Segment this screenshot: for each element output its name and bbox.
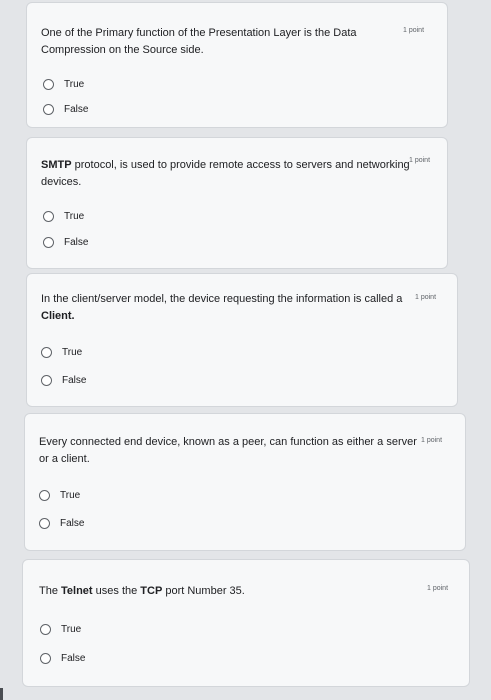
question-3-text: In the client/server model, the device r… bbox=[41, 293, 403, 322]
question-card-5: The Telnet uses the TCP port Number 35. … bbox=[22, 559, 470, 687]
question-1-option-false[interactable]: False bbox=[43, 102, 88, 116]
question-1-option-true[interactable]: True bbox=[43, 77, 84, 91]
radio-button-icon[interactable] bbox=[39, 517, 50, 529]
question-card-3: In the client/server model, the device r… bbox=[26, 273, 458, 407]
radio-button-icon[interactable] bbox=[43, 78, 54, 90]
radio-button-icon[interactable] bbox=[40, 652, 51, 664]
question-card-1: One of the Primary function of the Prese… bbox=[26, 2, 448, 128]
question-4-option-true[interactable]: True bbox=[39, 488, 80, 502]
question-3-option-false[interactable]: False bbox=[41, 373, 86, 387]
question-5-points: 1 point bbox=[427, 585, 449, 592]
radio-button-icon[interactable] bbox=[39, 489, 50, 501]
question-2-option-true[interactable]: True bbox=[43, 209, 84, 223]
radio-button-icon[interactable] bbox=[43, 236, 54, 248]
radio-button-icon[interactable] bbox=[40, 623, 51, 635]
window-edge-marker bbox=[0, 688, 3, 700]
question-1-text: One of the Primary function of the Prese… bbox=[41, 27, 357, 56]
question-2-option-false[interactable]: False bbox=[43, 235, 88, 249]
question-5-text: The Telnet uses the TCP port Number 35. bbox=[39, 585, 245, 597]
question-4-text: Every connected end device, known as a p… bbox=[39, 436, 417, 465]
question-2-text: SMTP protocol, is used to provide remote… bbox=[41, 159, 410, 188]
question-5-option-true[interactable]: True bbox=[40, 622, 81, 636]
question-3-option-true[interactable]: True bbox=[41, 345, 82, 359]
question-2-points: 1 point bbox=[409, 157, 431, 164]
question-card-4: Every connected end device, known as a p… bbox=[24, 413, 466, 551]
question-4-points: 1 point bbox=[421, 437, 443, 444]
question-4-option-false[interactable]: False bbox=[39, 516, 84, 530]
question-5-option-false[interactable]: False bbox=[40, 651, 85, 665]
radio-button-icon[interactable] bbox=[41, 374, 52, 386]
radio-button-icon[interactable] bbox=[43, 210, 54, 222]
question-3-points: 1 point bbox=[415, 294, 437, 301]
radio-button-icon[interactable] bbox=[41, 346, 52, 358]
question-card-2: SMTP protocol, is used to provide remote… bbox=[26, 137, 448, 269]
question-1-points: 1 point bbox=[403, 27, 425, 34]
radio-button-icon[interactable] bbox=[43, 103, 54, 115]
